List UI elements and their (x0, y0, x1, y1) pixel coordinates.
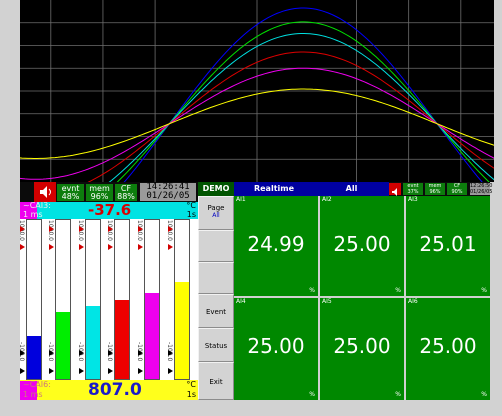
channel-value: -37.6 (88, 201, 132, 219)
channel-unit: % (309, 391, 315, 398)
limit-marker (138, 350, 143, 356)
channel-cell-ai5[interactable]: AI5 25.00 % (320, 298, 404, 400)
channel-tag: AI5 (322, 298, 332, 305)
limit-marker (138, 368, 143, 374)
exit-button[interactable]: Exit (198, 362, 234, 400)
alarm-marker (79, 244, 84, 250)
realtime-title: Realtime (234, 182, 314, 196)
channel-unit: % (309, 287, 315, 294)
alarm-marker (168, 226, 173, 232)
channel-value: 25.00 (247, 334, 305, 358)
limit-marker (79, 368, 84, 374)
limit-marker (108, 350, 113, 356)
event-usage: evnt 48% (57, 184, 84, 201)
channel-header-top: ~CAI3: 1 ms -37.6 °C 1s (20, 202, 198, 219)
blank-button[interactable] (198, 262, 234, 294)
channel-tag: ~CAI3: (23, 201, 51, 210)
limit-marker (79, 350, 84, 356)
channel-tag: AI6 (408, 298, 418, 305)
trend-plot (20, 0, 494, 182)
alarm-marker (49, 226, 54, 232)
alarm-marker (20, 244, 25, 250)
channel-interval: 1s (186, 210, 196, 219)
limit-marker (49, 350, 54, 356)
blank-button[interactable] (198, 230, 234, 262)
bar-1 (26, 219, 42, 380)
channel-unit: % (481, 391, 487, 398)
bar-fill (27, 336, 41, 379)
status-bar: evnt 48% mem 96% CF 88% 14:26:41 01/26/05 (20, 182, 198, 202)
bar-fill (175, 282, 189, 379)
channel-unit: % (395, 287, 401, 294)
bar-2 (55, 219, 71, 380)
bar-5 (144, 219, 160, 380)
channel-tag: AI4 (236, 298, 246, 305)
channel-rate: 1 ms (23, 210, 43, 219)
alarm-marker (108, 244, 113, 250)
speaker-icon[interactable] (34, 182, 56, 202)
channel-cell-ai4[interactable]: AI4 25.00 % (234, 298, 318, 400)
side-menu: Page All Event Status Exit (198, 196, 234, 400)
channel-value: 25.00 (333, 334, 391, 358)
event-button[interactable]: Event (198, 294, 234, 328)
speaker-icon[interactable] (389, 183, 401, 196)
clock: 14:26:41 01/26/05 (140, 183, 196, 201)
bar-fill (56, 312, 70, 379)
alarm-marker (49, 244, 54, 250)
event-usage: evnt 37% (403, 183, 423, 195)
limit-marker (168, 368, 173, 374)
channel-rate: 1 ms (23, 390, 43, 399)
bar-fill (86, 305, 100, 379)
bar-3 (85, 219, 101, 380)
alarm-marker (79, 226, 84, 232)
channel-tag: ~CAI6: (23, 380, 51, 389)
bar-4 (114, 219, 130, 380)
limit-marker (108, 368, 113, 374)
alarm-marker (138, 244, 143, 250)
page-button[interactable]: Page All (198, 196, 234, 230)
alarm-marker (108, 226, 113, 232)
limit-marker (20, 350, 25, 356)
channel-value: 24.99 (247, 232, 305, 256)
channel-value: 25.01 (419, 232, 477, 256)
channel-unit: % (481, 287, 487, 294)
alarm-marker (138, 226, 143, 232)
channel-tag: AI1 (236, 196, 246, 203)
limit-marker (20, 368, 25, 374)
channel-tag: AI2 (322, 196, 332, 203)
bargraph-panel: evnt 48% mem 96% CF 88% 14:26:41 01/26/05 ~C… (20, 182, 198, 400)
channel-unit: °C (186, 201, 196, 210)
bar-6 (174, 219, 190, 380)
channel-value: 807.0 (88, 380, 142, 400)
cf-usage: CF 90% (447, 183, 467, 195)
bar-fill (145, 293, 159, 379)
status-button[interactable]: Status (198, 328, 234, 362)
clock: 12:26:50 01/26/05 (470, 183, 493, 195)
memory-usage: mem 96% (86, 184, 113, 201)
channel-cell-ai6[interactable]: AI6 25.00 % (406, 298, 490, 400)
realtime-panel: DEMO Realtime All evnt 37% mem 96% CF 90% 1… (198, 182, 493, 400)
channel-header-bottom: ~CAI6: 1 ms 807.0 °C 1s (20, 380, 198, 400)
trend-chart (20, 0, 494, 182)
channel-cell-ai2[interactable]: AI2 25.00 % (320, 196, 404, 296)
channel-value: 25.00 (419, 334, 477, 358)
group-selector[interactable]: All (314, 182, 389, 196)
channel-cell-ai3[interactable]: AI3 25.01 % (406, 196, 490, 296)
channel-tag: AI3 (408, 196, 418, 203)
channel-interval: 1s (186, 390, 196, 399)
cf-usage: CF 88% (115, 184, 137, 201)
alarm-marker (20, 226, 25, 232)
limit-marker (49, 368, 54, 374)
channel-value: 25.00 (333, 232, 391, 256)
value-grid: AI1 24.99 % AI2 25.00 % AI3 25.01 % AI4 … (234, 196, 490, 400)
limit-marker (168, 350, 173, 356)
bar-fill (115, 299, 129, 379)
channel-unit: °C (186, 380, 196, 389)
channel-unit: % (395, 391, 401, 398)
channel-cell-ai1[interactable]: AI1 24.99 % (234, 196, 318, 296)
mini-status-bar: evnt 37% mem 96% CF 90% 12:26:50 01/26/05 (389, 182, 493, 196)
memory-usage: mem 96% (425, 183, 445, 195)
alarm-marker (168, 244, 173, 250)
demo-label: DEMO (198, 182, 234, 196)
